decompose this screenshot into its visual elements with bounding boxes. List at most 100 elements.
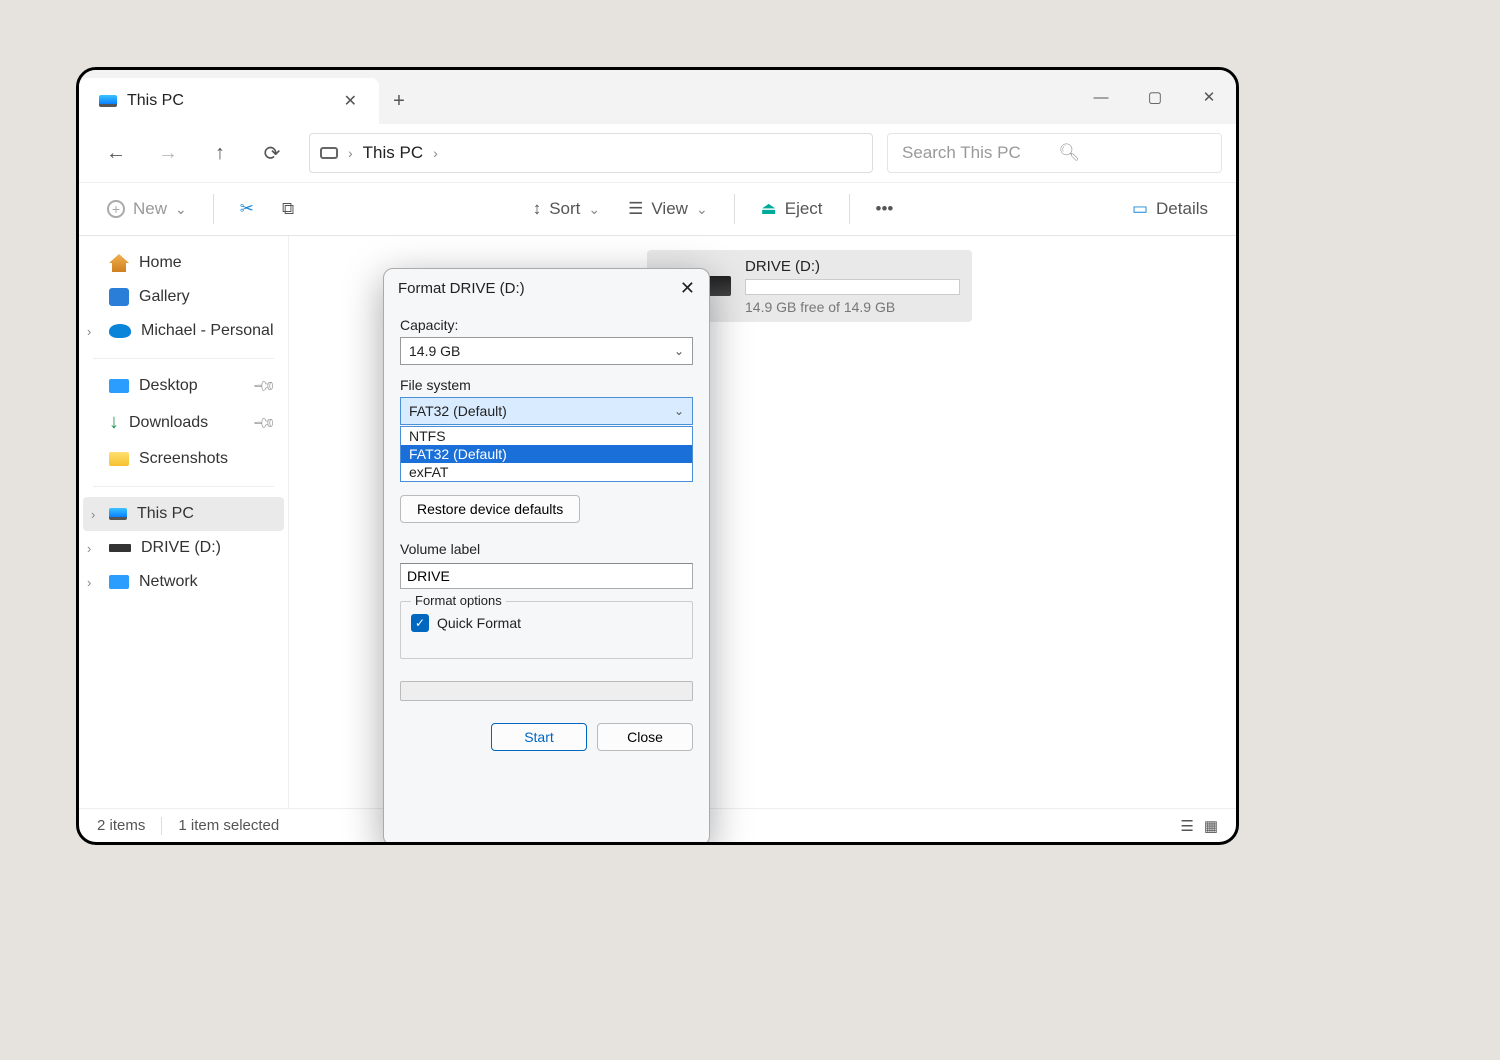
filesystem-label: File system [400,377,693,393]
close-tab-button[interactable]: ✕ [338,85,363,117]
sidebar-item-drive[interactable]: ›DRIVE (D:) [79,531,288,565]
volume-label-input[interactable] [400,563,693,589]
sidebar-item-desktop[interactable]: Desktop 📌︎ [79,369,288,403]
filesystem-value: FAT32 (Default) [409,403,507,419]
grid-view-button[interactable]: ▦ [1204,817,1218,835]
eject-icon: ⏏ [761,199,777,219]
chevron-down-icon: ⌄ [696,201,708,218]
chevron-right-icon[interactable]: › [87,324,91,339]
details-icon: ▭ [1132,199,1148,219]
new-button[interactable]: + New ⌄ [97,193,197,225]
monitor-icon [320,147,338,159]
capacity-select[interactable]: 14.9 GB ⌄ [400,337,693,365]
volume-label-label: Volume label [400,541,693,557]
new-tab-button[interactable]: + [379,78,419,124]
plus-circle-icon: + [107,200,125,218]
scissors-icon: ✂ [240,199,254,219]
details-label: Details [1156,199,1208,219]
dialog-titlebar: Format DRIVE (D:) ✕ [384,269,709,307]
search-icon: 🔍︎ [1059,143,1208,163]
divider [161,817,162,835]
chevron-down-icon: ⌄ [588,201,600,218]
sidebar-item-label: Desktop [139,377,198,395]
up-button[interactable]: ↑ [197,133,243,173]
cut-button[interactable]: ✂ [230,193,264,225]
separator [93,358,274,359]
sidebar-item-label: Network [139,573,198,591]
chevron-right-icon[interactable]: › [87,575,91,590]
gallery-icon [109,288,129,306]
format-progress-bar [400,681,693,701]
sort-label: Sort [549,199,580,219]
status-selected: 1 item selected [178,817,279,834]
divider [849,194,850,224]
download-icon: ↓ [109,411,119,434]
filesystem-option-fat32[interactable]: FAT32 (Default) [401,445,692,463]
navbar: ← → ↑ ⟳ › This PC › Search This PC 🔍︎ [79,124,1236,182]
close-button[interactable]: Close [597,723,693,751]
start-button[interactable]: Start [491,723,587,751]
view-icon: ☰ [628,199,643,219]
sort-button[interactable]: ↕Sort⌄ [523,193,610,225]
forward-button[interactable]: → [145,133,191,173]
capacity-bar [745,279,960,295]
view-toggles: ☰ ▦ [1180,817,1218,835]
sidebar: Home Gallery ›Michael - Personal Desktop… [79,236,289,808]
dialog-body: Capacity: 14.9 GB ⌄ File system FAT32 (D… [384,307,709,707]
copy-button[interactable]: ⧉ [272,193,304,225]
window-controls: — ▢ ✕ [1074,70,1236,124]
chevron-right-icon[interactable]: › [91,507,95,522]
sidebar-item-home[interactable]: Home [79,246,288,280]
quick-format-checkbox[interactable]: ✓ [411,614,429,632]
view-button[interactable]: ☰ View ⌄ [618,193,718,225]
view-label: View [651,199,688,219]
filesystem-dropdown: NTFS FAT32 (Default) exFAT [400,426,693,482]
tab-title: This PC [127,92,328,110]
filesystem-select[interactable]: FAT32 (Default) ⌄ NTFS FAT32 (Default) e… [400,397,693,425]
chevron-right-icon[interactable]: › [87,541,91,556]
sidebar-item-label: Downloads [129,414,208,432]
sidebar-item-downloads[interactable]: ↓Downloads📌︎ [79,403,288,442]
dialog-close-button[interactable]: ✕ [680,278,695,299]
list-view-button[interactable]: ☰ [1180,817,1193,835]
titlebar: This PC ✕ + — ▢ ✕ [79,70,1236,124]
chevron-right-icon: › [348,145,353,161]
format-options-fieldset: Format options ✓ Quick Format [400,601,693,659]
tab-this-pc[interactable]: This PC ✕ [79,78,379,124]
more-button[interactable]: ••• [866,193,904,225]
drive-name: DRIVE (D:) [745,258,960,275]
quick-format-row[interactable]: ✓ Quick Format [411,614,682,632]
refresh-button[interactable]: ⟳ [249,133,295,173]
more-icon: ••• [876,199,894,219]
quick-format-label: Quick Format [437,615,521,631]
pin-icon: 📌︎ [251,373,277,399]
network-icon [109,575,129,589]
back-button[interactable]: ← [93,133,139,173]
folder-icon [109,452,129,466]
sidebar-item-onedrive[interactable]: ›Michael - Personal [79,314,288,348]
filesystem-option-exfat[interactable]: exFAT [401,463,692,481]
desktop-icon [109,379,129,393]
sidebar-item-this-pc[interactable]: ›This PC [83,497,284,531]
eject-button[interactable]: ⏏Eject [751,193,833,225]
cloud-icon [109,324,131,338]
sidebar-item-screenshots[interactable]: Screenshots [79,442,288,476]
details-button[interactable]: ▭ Details [1122,193,1218,225]
chevron-right-icon: › [433,145,438,161]
sidebar-item-network[interactable]: › Network [79,565,288,599]
sidebar-item-gallery[interactable]: Gallery [79,280,288,314]
filesystem-option-ntfs[interactable]: NTFS [401,427,692,445]
sidebar-item-label: Home [139,254,182,272]
new-label: New [133,199,167,219]
divider [734,194,735,224]
restore-defaults-button[interactable]: Restore device defaults [400,495,580,523]
address-bar[interactable]: › This PC › [309,133,873,173]
search-input[interactable]: Search This PC 🔍︎ [887,133,1222,173]
sidebar-item-label: Screenshots [139,450,228,468]
toolbar: + New ⌄ ✂ ⧉ ↕Sort⌄ ☰View⌄ ⏏Eject ••• ▭De… [79,182,1236,236]
minimize-button[interactable]: — [1074,70,1128,124]
copy-icon: ⧉ [282,199,294,219]
close-window-button[interactable]: ✕ [1182,70,1236,124]
maximize-button[interactable]: ▢ [1128,70,1182,124]
dialog-title: Format DRIVE (D:) [398,280,525,297]
